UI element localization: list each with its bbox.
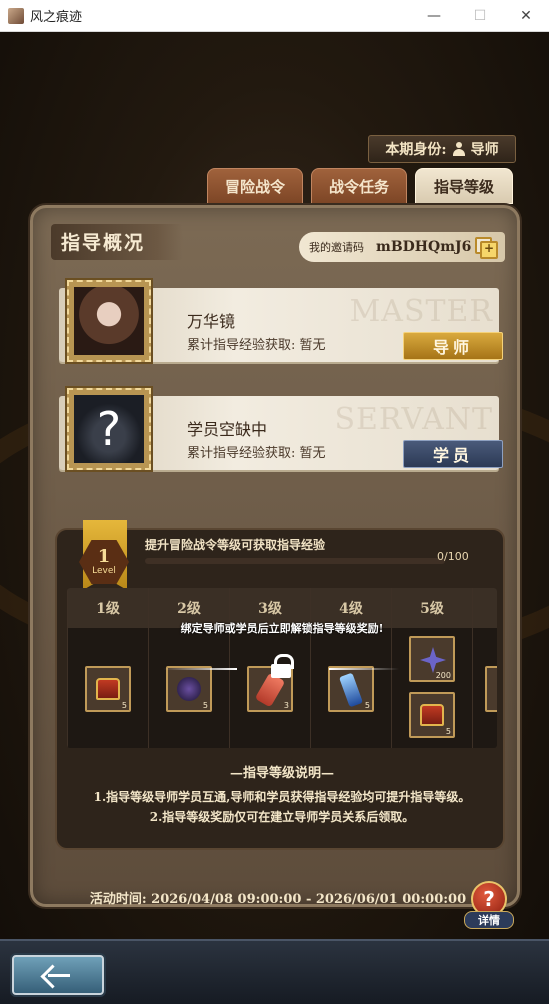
overview-title: 指导概况: [61, 232, 146, 254]
item-count: 5: [202, 701, 208, 710]
minimize-button[interactable]: —: [411, 0, 457, 32]
glow-line: [163, 668, 237, 670]
star-crystal-icon: [420, 647, 446, 673]
level-progress-text: 0/100: [437, 550, 469, 563]
level-word: Level: [92, 566, 116, 576]
identity-role: 导师: [470, 142, 499, 158]
mentor-exp-value: 暂无: [299, 338, 326, 353]
identity-label: 本期身份:: [385, 142, 447, 158]
glow-line: [329, 668, 399, 670]
student-avatar[interactable]: ?: [67, 388, 151, 470]
level-column-1: 1级 5: [67, 588, 148, 748]
reward-item[interactable]: 5: [85, 666, 131, 712]
potion-icon: [338, 672, 364, 708]
help-button[interactable]: ? 详情: [464, 881, 514, 931]
window-title: 风之痕迹: [30, 10, 83, 25]
game-screen: 本期身份: 导师 冒险战令 战令任务 指导等级 指导概况 我的邀请码 mBDHQ…: [0, 32, 549, 1004]
item-count: 5: [121, 701, 127, 710]
mentor-badge: 导师: [403, 332, 503, 360]
close-button[interactable]: ✕: [503, 0, 549, 32]
tab-adventure-pass[interactable]: 冒险战令: [207, 168, 303, 204]
treasure-chest-icon: [420, 704, 444, 726]
guidance-level-section: 1 Level 提升冒险战令等级可获取指导经验 0/100 1级 5 2级 5 …: [55, 520, 505, 850]
activity-time: 活动时间: 2026/04/08 09:00:00 - 2026/06/01 0…: [89, 892, 467, 907]
person-icon: [452, 142, 465, 156]
student-badge: 学员: [403, 440, 503, 468]
item-count: 3: [283, 701, 289, 710]
explain-line-1: 1.指导等级导师学员互通,导师和学员获得指导经验均可提升指导等级。: [93, 790, 471, 804]
mentor-card: MASTER 万华镜 累计指导经验获取: 暂无 导师: [51, 280, 503, 362]
invite-label: 我的邀请码: [309, 241, 364, 254]
reward-item[interactable]: [485, 666, 497, 712]
invite-code: mBDHQmJ6: [376, 239, 472, 255]
mentor-exp-label: 累计指导经验获取:: [187, 338, 296, 353]
explain-title: —指导等级说明—: [229, 766, 334, 781]
tab-pass-tasks[interactable]: 战令任务: [311, 168, 407, 204]
level-progress-bar: [145, 558, 445, 564]
lock-message: 绑定导师或学员后立即解锁指导等级奖励!: [180, 622, 384, 635]
level-number: 1: [97, 546, 111, 567]
window-titlebar: 风之痕迹 — ☐ ✕: [0, 0, 549, 32]
reward-item[interactable]: 5: [409, 692, 455, 738]
student-card: SERVANT 学员空缺中 累计指导经验获取: 暂无 学员 ?: [51, 388, 503, 470]
invite-code-box: 我的邀请码 mBDHQmJ6: [299, 232, 505, 262]
reward-track[interactable]: 1级 5 2级 5 3级 3 4级 5 5级 200 5 绑定导师或学员后立即解…: [67, 588, 497, 748]
mentor-avatar[interactable]: [67, 280, 151, 362]
item-count: 5: [364, 701, 370, 710]
item-count: 5: [445, 727, 451, 736]
maximize-button[interactable]: ☐: [457, 0, 503, 32]
dark-orb-icon: [177, 677, 201, 701]
help-label: 详情: [464, 911, 514, 929]
explain-line-2: 2.指导等级奖励仅可在建立导师学员关系后领取。: [149, 810, 415, 824]
mentor-watermark: MASTER: [349, 294, 493, 329]
mentor-portrait: [74, 287, 144, 355]
treasure-chest-icon: [96, 678, 120, 700]
reward-item[interactable]: 200: [409, 636, 455, 682]
question-mark-icon: ?: [74, 395, 144, 463]
student-name: 学员空缺中: [187, 420, 268, 439]
reward-item[interactable]: 5: [328, 666, 374, 712]
reward-item[interactable]: 5: [166, 666, 212, 712]
lock-icon: [271, 654, 294, 678]
guidance-panel: 指导概况 我的邀请码 mBDHQmJ6 MASTER 万华镜 累计指导经验获取:…: [30, 205, 520, 907]
student-exp-value: 暂无: [299, 446, 326, 461]
student-exp: 累计指导经验获取: 暂无: [187, 442, 326, 461]
app-icon: [8, 7, 24, 24]
level-column-6-partial: [472, 588, 497, 748]
copy-icon[interactable]: [475, 237, 498, 259]
student-watermark: SERVANT: [334, 402, 493, 437]
mentor-name: 万华镜: [187, 312, 236, 331]
bottom-bar: [0, 939, 549, 1004]
item-count: 200: [435, 671, 451, 680]
level-column-3: 3级 3: [229, 588, 310, 748]
student-exp-label: 累计指导经验获取:: [187, 446, 296, 461]
identity-strip: 本期身份: 导师: [368, 135, 516, 163]
level-column-5: 5级 200 5: [391, 588, 472, 748]
mentor-exp: 累计指导经验获取: 暂无: [187, 334, 326, 353]
back-arrow-icon: [44, 965, 72, 985]
tab-guidance-level[interactable]: 指导等级: [415, 168, 513, 204]
level-hint: 提升冒险战令等级可获取指导经验: [145, 538, 326, 552]
back-button[interactable]: [12, 955, 104, 995]
